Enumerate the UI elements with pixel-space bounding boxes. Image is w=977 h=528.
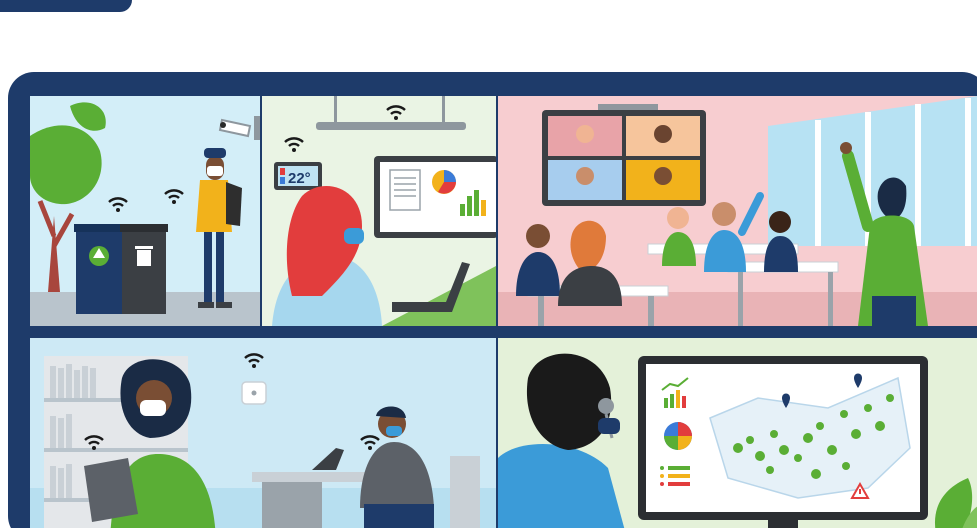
smart-board (374, 156, 496, 238)
pie-chart-icon (664, 422, 692, 450)
panel-hybrid-classroom (498, 96, 977, 326)
video-conference-screen (542, 104, 706, 206)
panel-library (30, 338, 496, 528)
panel-monitoring-dashboard (498, 338, 977, 528)
monitoring-screen (638, 356, 928, 528)
scene-frame: 22° (8, 72, 977, 528)
thermostat-display: 22° (274, 162, 322, 190)
trash-bin-icon (120, 224, 168, 314)
thermostat-temperature: 22° (288, 170, 311, 187)
recycling-bin-icon (74, 224, 124, 314)
panel-outdoor-campus (30, 96, 260, 326)
panel-smart-office: 22° (262, 96, 496, 326)
header-tab (0, 0, 132, 12)
wall-sensor-icon (241, 381, 267, 405)
